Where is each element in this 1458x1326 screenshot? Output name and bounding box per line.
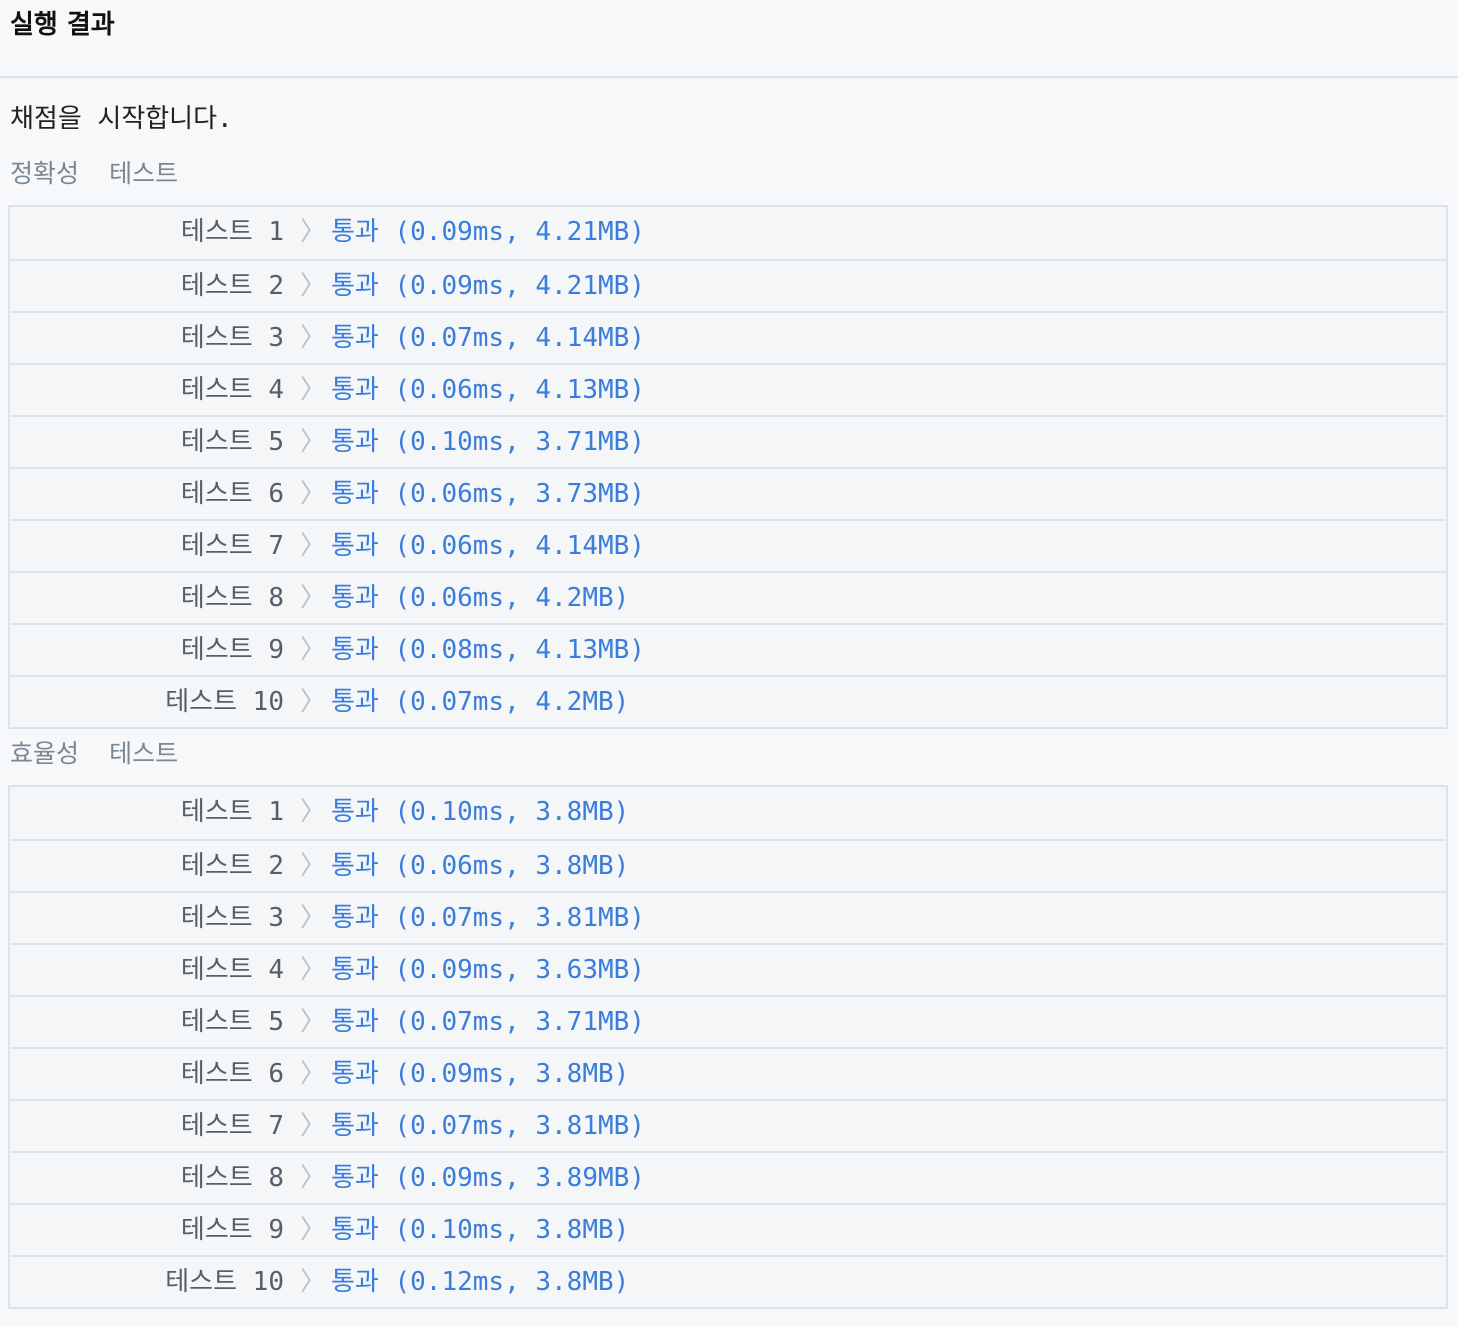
chevron-right-icon: 〉 xyxy=(300,323,327,353)
chevron-right-icon: 〉 xyxy=(300,375,327,405)
test-label: 테스트 5 xyxy=(180,1007,284,1037)
test-result-pass: 통과 (0.08ms, 4.13MB) xyxy=(331,635,645,665)
chevron-right-icon: 〉 xyxy=(300,531,327,561)
test-result-row: 테스트 9 〉 통과 (0.10ms, 3.8MB) xyxy=(10,1203,1446,1255)
test-result-row: 테스트 4 〉 통과 (0.06ms, 4.13MB) xyxy=(10,363,1446,415)
test-label: 테스트 1 xyxy=(180,797,284,827)
test-result-pass: 통과 (0.07ms, 3.81MB) xyxy=(331,903,645,933)
test-result-row: 테스트 10 〉 통과 (0.07ms, 4.2MB) xyxy=(10,675,1446,727)
test-result-row: 테스트 5 〉 통과 (0.10ms, 3.71MB) xyxy=(10,415,1446,467)
test-result-pass: 통과 (0.09ms, 4.21MB) xyxy=(331,217,645,247)
test-label: 테스트 9 xyxy=(180,635,284,665)
test-result-row: 테스트 3 〉 통과 (0.07ms, 3.81MB) xyxy=(10,891,1446,943)
test-label: 테스트 9 xyxy=(180,1215,284,1245)
test-result-pass: 통과 (0.07ms, 4.2MB) xyxy=(331,687,630,717)
results-header: 실행 결과 xyxy=(0,0,1458,78)
test-label: 테스트 5 xyxy=(180,427,284,457)
test-result-pass: 통과 (0.09ms, 3.63MB) xyxy=(331,955,645,985)
test-result-pass: 통과 (0.06ms, 4.13MB) xyxy=(331,375,645,405)
chevron-right-icon: 〉 xyxy=(300,851,327,881)
test-label: 테스트 8 xyxy=(180,583,284,613)
test-result-pass: 통과 (0.10ms, 3.8MB) xyxy=(331,1215,630,1245)
test-label: 테스트 10 xyxy=(165,687,284,717)
section-title-accuracy: 정확성 테스트 xyxy=(10,159,179,188)
test-result-row: 테스트 7 〉 통과 (0.07ms, 3.81MB) xyxy=(10,1099,1446,1151)
chevron-right-icon: 〉 xyxy=(300,1163,327,1193)
test-result-row: 테스트 10 〉 통과 (0.12ms, 3.8MB) xyxy=(10,1255,1446,1307)
test-result-pass: 통과 (0.06ms, 3.8MB) xyxy=(331,851,630,881)
chevron-right-icon: 〉 xyxy=(300,955,327,985)
page-title: 실행 결과 xyxy=(10,10,115,40)
test-label: 테스트 6 xyxy=(180,479,284,509)
test-label: 테스트 3 xyxy=(180,323,284,353)
test-result-pass: 통과 (0.09ms, 3.89MB) xyxy=(331,1163,645,1193)
test-result-row: 테스트 3 〉 통과 (0.07ms, 4.14MB) xyxy=(10,311,1446,363)
test-result-row: 테스트 8 〉 통과 (0.06ms, 4.2MB) xyxy=(10,571,1446,623)
chevron-right-icon: 〉 xyxy=(300,1059,327,1089)
chevron-right-icon: 〉 xyxy=(300,1111,327,1141)
start-message: 채점을 시작합니다. xyxy=(10,104,233,134)
chevron-right-icon: 〉 xyxy=(300,1267,327,1297)
test-label: 테스트 1 xyxy=(180,217,284,247)
chevron-right-icon: 〉 xyxy=(300,1215,327,1245)
test-result-pass: 통과 (0.06ms, 4.2MB) xyxy=(331,583,630,613)
test-result-row: 테스트 6 〉 통과 (0.09ms, 3.8MB) xyxy=(10,1047,1446,1099)
test-result-pass: 통과 (0.12ms, 3.8MB) xyxy=(331,1267,630,1297)
test-label: 테스트 10 xyxy=(165,1267,284,1297)
test-label: 테스트 2 xyxy=(180,271,284,301)
test-result-row: 테스트 9 〉 통과 (0.08ms, 4.13MB) xyxy=(10,623,1446,675)
chevron-right-icon: 〉 xyxy=(300,797,327,827)
test-result-pass: 통과 (0.07ms, 3.71MB) xyxy=(331,1007,645,1037)
chevron-right-icon: 〉 xyxy=(300,687,327,717)
test-result-pass: 통과 (0.09ms, 3.8MB) xyxy=(331,1059,630,1089)
test-result-row: 테스트 2 〉 통과 (0.06ms, 3.8MB) xyxy=(10,839,1446,891)
chevron-right-icon: 〉 xyxy=(300,903,327,933)
test-result-pass: 통과 (0.07ms, 4.14MB) xyxy=(331,323,645,353)
test-result-row: 테스트 7 〉 통과 (0.06ms, 4.14MB) xyxy=(10,519,1446,571)
test-result-row: 테스트 5 〉 통과 (0.07ms, 3.71MB) xyxy=(10,995,1446,1047)
test-result-row: 테스트 4 〉 통과 (0.09ms, 3.63MB) xyxy=(10,943,1446,995)
test-label: 테스트 4 xyxy=(180,375,284,405)
chevron-right-icon: 〉 xyxy=(300,583,327,613)
test-result-pass: 통과 (0.09ms, 4.21MB) xyxy=(331,271,645,301)
chevron-right-icon: 〉 xyxy=(300,635,327,665)
accuracy-test-table: 테스트 1 〉 통과 (0.09ms, 4.21MB) 테스트 2 〉 통과 (0.09m… xyxy=(8,205,1448,729)
chevron-right-icon: 〉 xyxy=(300,217,327,247)
test-result-pass: 통과 (0.06ms, 3.73MB) xyxy=(331,479,645,509)
test-label: 테스트 4 xyxy=(180,955,284,985)
test-result-pass: 통과 (0.06ms, 4.14MB) xyxy=(331,531,645,561)
section-title-efficiency: 효율성 테스트 xyxy=(10,739,179,768)
chevron-right-icon: 〉 xyxy=(300,427,327,457)
test-label: 테스트 7 xyxy=(180,1111,284,1141)
test-result-pass: 통과 (0.07ms, 3.81MB) xyxy=(331,1111,645,1141)
efficiency-test-table: 테스트 1 〉 통과 (0.10ms, 3.8MB) 테스트 2 〉 통과 (0.06ms… xyxy=(8,785,1448,1309)
test-result-row: 테스트 2 〉 통과 (0.09ms, 4.21MB) xyxy=(10,259,1446,311)
test-result-row: 테스트 1 〉 통과 (0.09ms, 4.21MB) xyxy=(10,207,1446,259)
test-label: 테스트 2 xyxy=(180,851,284,881)
chevron-right-icon: 〉 xyxy=(300,479,327,509)
chevron-right-icon: 〉 xyxy=(300,1007,327,1037)
test-label: 테스트 8 xyxy=(180,1163,284,1193)
test-label: 테스트 3 xyxy=(180,903,284,933)
test-label: 테스트 6 xyxy=(180,1059,284,1089)
test-result-row: 테스트 6 〉 통과 (0.06ms, 3.73MB) xyxy=(10,467,1446,519)
test-label: 테스트 7 xyxy=(180,531,284,561)
test-result-row: 테스트 1 〉 통과 (0.10ms, 3.8MB) xyxy=(10,787,1446,839)
test-result-pass: 통과 (0.10ms, 3.8MB) xyxy=(331,797,630,827)
test-result-row: 테스트 8 〉 통과 (0.09ms, 3.89MB) xyxy=(10,1151,1446,1203)
test-result-pass: 통과 (0.10ms, 3.71MB) xyxy=(331,427,645,457)
chevron-right-icon: 〉 xyxy=(300,271,327,301)
